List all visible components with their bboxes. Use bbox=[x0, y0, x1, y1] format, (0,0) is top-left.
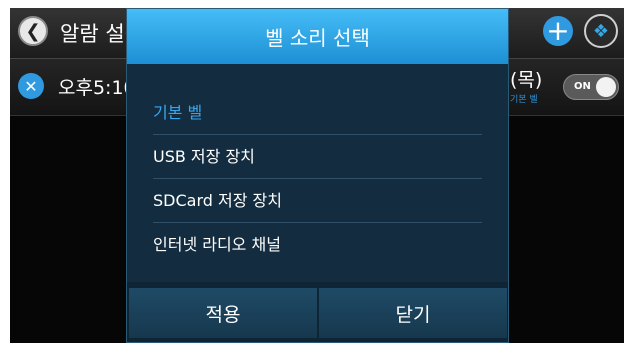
x-icon: ✕ bbox=[24, 76, 38, 96]
sound-option-list: 기본 벨 USB 저장 장치 SDCard 저장 장치 인터넷 라디오 채널 bbox=[127, 64, 508, 282]
dialog-header: 벨 소리 선택 bbox=[127, 9, 508, 64]
dialog-footer: 적용 닫기 bbox=[127, 282, 508, 342]
back-button[interactable]: ❮ bbox=[18, 16, 48, 46]
plus-icon: + bbox=[546, 14, 570, 47]
close-button[interactable]: 닫기 bbox=[319, 288, 507, 338]
sound-option-sdcard[interactable]: SDCard 저장 장치 bbox=[153, 179, 482, 223]
chevron-left-icon: ❮ bbox=[25, 20, 41, 42]
apply-button[interactable]: 적용 bbox=[129, 288, 317, 338]
gem-icon: ❖ bbox=[592, 20, 610, 42]
add-alarm-button[interactable]: + bbox=[543, 16, 573, 46]
bell-sound-dialog: 벨 소리 선택 기본 벨 USB 저장 장치 SDCard 저장 장치 인터넷 … bbox=[126, 8, 509, 343]
sound-option-internet-radio[interactable]: 인터넷 라디오 채널 bbox=[153, 223, 482, 267]
alarm-sound-label: 기본 벨 bbox=[510, 95, 538, 105]
alarm-day: (목) bbox=[510, 69, 543, 91]
remove-alarm-button[interactable]: ✕ bbox=[18, 73, 44, 99]
settings-button[interactable]: ❖ bbox=[584, 14, 618, 48]
alarm-time: 오후5:10 bbox=[58, 77, 136, 99]
toggle-knob bbox=[596, 77, 616, 97]
alarm-toggle[interactable]: ON bbox=[563, 74, 619, 100]
dialog-title: 벨 소리 선택 bbox=[265, 26, 370, 50]
toggle-label: ON bbox=[574, 81, 591, 92]
sound-option-default-bell[interactable]: 기본 벨 bbox=[153, 91, 482, 135]
sound-option-usb[interactable]: USB 저장 장치 bbox=[153, 135, 482, 179]
